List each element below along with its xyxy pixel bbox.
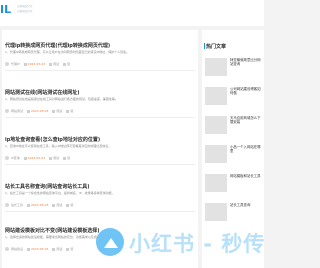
publish-date: 2023-05-03 xyxy=(27,156,46,160)
sidebar-item-title[interactable]: 网站模板和站长工具 xyxy=(230,174,262,192)
like-count: 赞 xyxy=(67,156,71,160)
sidebar-item-title[interactable]: 拜亚输就故意比分网站查询 xyxy=(230,58,262,76)
watermark-text: 小红书 - 秒传 xyxy=(129,232,266,256)
author-name[interactable]: 网站测试 xyxy=(11,109,23,113)
site-logo[interactable]: IL xyxy=(0,3,16,17)
divider xyxy=(5,211,195,212)
sidebar-item-title[interactable]: 站长工具查询 xyxy=(230,203,262,221)
eye-icon xyxy=(49,62,53,66)
sidebar-item-title[interactable]: 小品一个入网站在哪里 xyxy=(230,145,262,163)
author-avatar xyxy=(5,109,9,113)
thumbnail[interactable] xyxy=(205,203,227,221)
author-avatar xyxy=(5,247,9,251)
like-icon[interactable] xyxy=(63,156,67,160)
sidebar-item[interactable]: 网站模板和站长工具 xyxy=(202,174,264,200)
calendar-icon xyxy=(23,156,27,160)
sidebar-item[interactable]: 小品一个入网站在哪里 xyxy=(202,145,264,171)
view-count: 阅读 xyxy=(53,62,60,66)
view-count: 阅读 xyxy=(53,156,60,160)
like-count: 赞 xyxy=(70,247,74,251)
sidebar-item[interactable]: 天马应用商城怎么下载安装 xyxy=(202,116,264,142)
article-excerpt: 1、查询IP地址可以使用在线工具，输入IP地址即可查看其对应的地理位置信息。 xyxy=(5,144,112,148)
publish-date: 2023-05-03 xyxy=(30,247,49,251)
upload-icon xyxy=(96,228,124,256)
article-meta: 站长工具 2023-05-03 阅读 赞 xyxy=(5,203,195,208)
view-count: 阅读 xyxy=(56,247,63,251)
like-icon[interactable] xyxy=(66,203,70,207)
article-title[interactable]: 站长工具名称查询(网站查询站长工具) xyxy=(5,183,90,190)
heading-accent xyxy=(204,43,205,49)
publish-date: 2023-05-03 xyxy=(30,109,49,113)
calendar-icon xyxy=(26,109,30,113)
like-count: 赞 xyxy=(67,62,71,66)
thumbnail[interactable] xyxy=(205,116,227,134)
eye-icon xyxy=(52,109,56,113)
like-icon[interactable] xyxy=(66,247,70,251)
sidebar-item[interactable]: 拜亚输就故意比分网站查询 xyxy=(202,58,264,84)
calendar-icon xyxy=(26,247,30,251)
author-name[interactable]: 站长工具 xyxy=(11,203,23,207)
article-title[interactable]: 网站测试在线(网站测试在线网址) xyxy=(5,89,80,96)
calendar-icon xyxy=(26,203,30,207)
article-title[interactable]: 代理ip转换成网页代理(代理ip转换成网页代理) xyxy=(5,42,110,49)
sidebar-item-title[interactable]: 公司网站建设博客如何做 xyxy=(230,87,262,105)
top-bar: IL 百科知识分享 百科知识分享 xyxy=(0,0,264,26)
author-avatar xyxy=(5,62,9,66)
thumbnail[interactable] xyxy=(205,174,227,192)
author-name[interactable]: IP查询 xyxy=(11,156,20,160)
publish-date: 2023-05-03 xyxy=(27,62,46,66)
view-count: 阅读 xyxy=(56,109,63,113)
author-avatar xyxy=(5,156,9,160)
article-title[interactable]: ip地址查询查看(怎么查ip地址对应的位置) xyxy=(5,136,100,143)
like-count: 赞 xyxy=(70,203,74,207)
sidebar-item[interactable]: 公司网站建设博客如何做 xyxy=(202,87,264,113)
site-tagline: 百科知识分享 xyxy=(17,5,33,8)
thumbnail[interactable] xyxy=(205,58,227,76)
article-excerpt: 1、网站测试在线是指通过在线工具对网站进行各方面的测试，包括速度、兼容性等。 xyxy=(5,97,118,101)
divider xyxy=(5,70,195,71)
calendar-icon xyxy=(23,62,27,66)
thumbnail[interactable] xyxy=(205,145,227,163)
watermark-overlay: 小红书 - 秒传 xyxy=(96,224,264,268)
article-excerpt: 1、站长工具是一个综合性的网站查询平台，提供域名、IP、收录等多种查询功能。 xyxy=(5,191,115,195)
like-icon[interactable] xyxy=(63,62,67,66)
publish-date: 2023-05-03 xyxy=(30,203,49,207)
like-count: 赞 xyxy=(70,109,74,113)
like-icon[interactable] xyxy=(66,109,70,113)
divider xyxy=(5,117,195,118)
article-title[interactable]: 网站建设模板对比不变(网站建设模板选择) xyxy=(5,227,100,234)
article-excerpt: 1、代理IP转换成网页代理，可以让用户在访问网页时隐藏自己的真实IP地址，保护个… xyxy=(5,50,130,54)
article-meta: IP查询 2023-05-03 阅读 赞 xyxy=(5,156,195,161)
eye-icon xyxy=(52,203,56,207)
divider xyxy=(5,164,195,165)
article-meta: 代理IP 2023-05-03 阅读 赞 xyxy=(5,62,195,67)
author-name[interactable]: 网站建设 xyxy=(11,247,23,251)
sidebar-item-title[interactable]: 天马应用商城怎么下载安装 xyxy=(230,116,262,134)
author-avatar xyxy=(5,203,9,207)
author-name[interactable]: 代理IP xyxy=(11,62,20,66)
thumbnail[interactable] xyxy=(205,87,227,105)
sidebar-heading: 热门文章 xyxy=(206,44,227,50)
article-meta: 网站测试 2023-05-03 阅读 赞 xyxy=(5,109,195,114)
eye-icon xyxy=(52,247,56,251)
eye-icon xyxy=(49,156,53,160)
site-tagline-2: 百科知识分享 xyxy=(17,10,33,13)
view-count: 阅读 xyxy=(56,203,63,207)
